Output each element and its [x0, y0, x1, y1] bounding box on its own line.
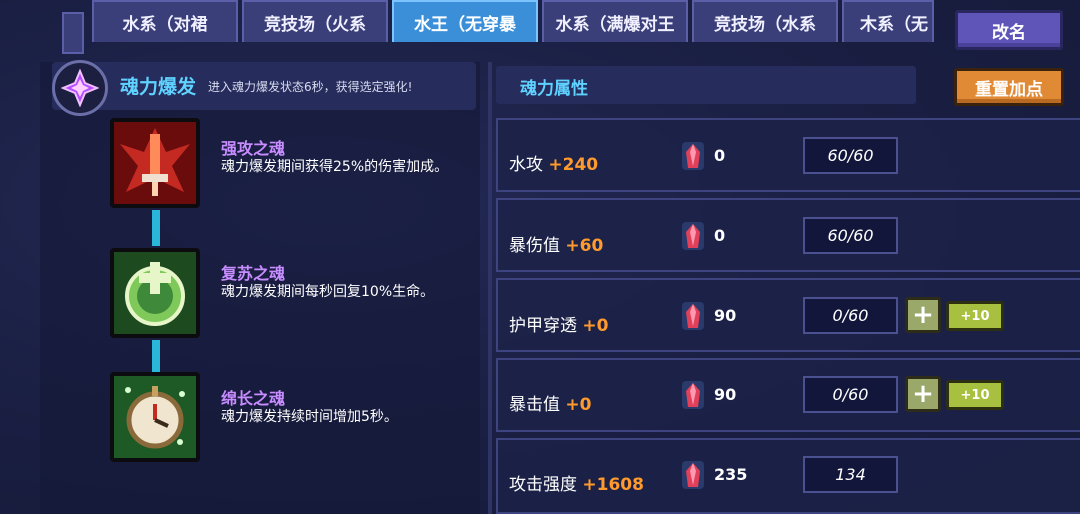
soul-crystal-icon — [682, 142, 704, 170]
burst-title: 魂力爆发 — [120, 76, 197, 98]
tab-build-4[interactable]: 水系（满爆对王 — [542, 0, 688, 42]
tab-scroll-stub[interactable] — [62, 12, 84, 54]
attribute-bonus: +0 — [582, 316, 609, 336]
attribute-label: 护甲穿透 +0 — [509, 316, 609, 336]
tab-label: 水系（对裙 — [122, 14, 208, 35]
skill-description: 魂力爆发持续时间增加5秒。 — [221, 409, 398, 425]
attribute-label: 暴击值 +0 — [509, 395, 592, 415]
tab-label: 竞技场（水系 — [714, 14, 816, 35]
skill-name: 复苏之魂 — [221, 264, 286, 283]
skill-connector — [152, 340, 160, 372]
add-ten-points-button[interactable]: +10 — [946, 380, 1004, 410]
soul-crystal-icon — [682, 461, 704, 489]
tab-label: 木系（无 — [860, 14, 928, 35]
attribute-bonus: +240 — [548, 155, 599, 175]
tab-build-1[interactable]: 水系（对裙 — [92, 0, 238, 42]
attribute-cost: 90 — [714, 306, 737, 325]
soul-crystal-icon — [682, 381, 704, 409]
red-sword-soul-icon[interactable] — [110, 118, 200, 208]
skill-description: 魂力爆发期间获得25%的伤害加成。 — [221, 159, 449, 175]
soul-crystal-icon — [682, 222, 704, 250]
attribute-bonus: +1608 — [582, 475, 644, 495]
rename-button[interactable]: 改名 — [955, 10, 1063, 50]
panel-divider — [488, 62, 492, 514]
skill-connector — [152, 210, 160, 246]
tab-build-2[interactable]: 竞技场（火系 — [242, 0, 388, 42]
tab-build-5[interactable]: 竞技场（水系 — [692, 0, 838, 42]
green-heal-soul-icon[interactable] — [110, 248, 200, 338]
attributes-title: 魂力属性 — [520, 79, 588, 99]
attribute-value: 0/60 — [803, 297, 898, 334]
soul-burst-icon — [52, 60, 108, 116]
clock-soul-icon[interactable] — [110, 372, 200, 462]
attribute-cost: 235 — [714, 465, 748, 484]
attribute-value: 60/60 — [803, 137, 898, 174]
attribute-bonus: +0 — [565, 395, 592, 415]
tab-label: 竞技场（火系 — [264, 14, 366, 35]
attribute-value: 60/60 — [803, 217, 898, 254]
tab-build-3-active[interactable]: 水王（无穿暴 — [392, 0, 538, 42]
tab-build-6[interactable]: 木系（无 — [842, 0, 934, 42]
skill-name: 强攻之魂 — [221, 139, 286, 158]
attribute-value: 134 — [803, 456, 898, 493]
attribute-label: 暴伤值 +60 — [509, 236, 604, 256]
attribute-label: 水攻 +240 — [509, 155, 599, 175]
attribute-cost: 90 — [714, 385, 737, 404]
attribute-value: 0/60 — [803, 376, 898, 413]
burst-description: 进入魂力爆发状态6秒，获得选定强化! — [208, 80, 413, 94]
soul-crystal-icon — [682, 302, 704, 330]
skill-description: 魂力爆发期间每秒回复10%生命。 — [221, 284, 435, 300]
attribute-bonus: +60 — [565, 236, 604, 256]
add-ten-points-button[interactable]: +10 — [946, 301, 1004, 331]
reset-points-button[interactable]: 重置加点 — [954, 68, 1064, 106]
add-point-button[interactable]: + — [905, 297, 941, 333]
tab-label: 水系（满爆对王 — [555, 14, 675, 35]
attribute-cost: 0 — [714, 226, 726, 245]
add-point-button[interactable]: + — [905, 376, 941, 412]
attribute-label: 攻击强度 +1608 — [509, 475, 644, 495]
attribute-cost: 0 — [714, 146, 726, 165]
tab-label: 水王（无穿暴 — [414, 14, 516, 35]
skill-name: 绵长之魂 — [221, 389, 286, 408]
